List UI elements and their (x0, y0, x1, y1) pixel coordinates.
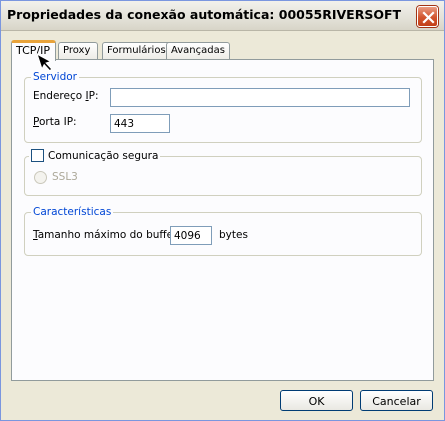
cancel-button[interactable]: Cancelar (360, 390, 433, 411)
address-label-pre: Endereço (33, 90, 86, 102)
properties-dialog: Propriedades da conexão automática: 0005… (0, 0, 445, 421)
tab-panel-tcpip: Servidor Endereço IP: Porta IP: Comunica… (11, 59, 434, 381)
title-bar[interactable]: Propriedades da conexão automática: 0005… (1, 1, 444, 31)
port-input[interactable] (110, 114, 170, 133)
address-label: Endereço IP: (33, 90, 98, 102)
tab-label: Proxy (63, 45, 91, 56)
secure-checkbox[interactable] (31, 149, 44, 162)
address-input[interactable] (110, 88, 410, 107)
tab-avancadas[interactable]: Avançadas (166, 42, 230, 60)
secure-group: Comunicação segura SSL3 (24, 149, 422, 196)
tab-formularios[interactable]: Formulários (102, 42, 172, 60)
buffer-input[interactable] (170, 226, 212, 245)
window-title: Propriedades da conexão automática: 0005… (7, 7, 402, 22)
buffer-unit: bytes (219, 229, 248, 241)
close-icon (422, 11, 435, 24)
buffer-label-post: amanho máximo do buffer: (37, 229, 181, 241)
tab-label: Formulários (107, 45, 166, 56)
close-button[interactable] (417, 6, 438, 27)
buffer-label: Tamanho máximo do buffer: (33, 229, 181, 241)
ok-button[interactable]: OK (280, 390, 353, 411)
caracteristicas-group: Características Tamanho máximo do buffer… (24, 206, 422, 256)
secure-legend: Comunicação segura (29, 149, 161, 162)
servidor-group: Servidor Endereço IP: Porta IP: (24, 71, 422, 143)
ssl3-radio[interactable] (34, 171, 47, 184)
caracteristicas-legend: Características (31, 206, 114, 218)
tab-label: Avançadas (171, 45, 225, 56)
tab-proxy[interactable]: Proxy (58, 42, 98, 60)
secure-checkbox-label[interactable]: Comunicação segura (48, 150, 158, 162)
address-label-post: P: (88, 90, 99, 102)
mouse-cursor-icon (35, 52, 53, 72)
port-label: Porta IP: (33, 116, 77, 128)
port-label-post: orta IP: (38, 116, 77, 128)
ssl3-label: SSL3 (52, 171, 78, 183)
